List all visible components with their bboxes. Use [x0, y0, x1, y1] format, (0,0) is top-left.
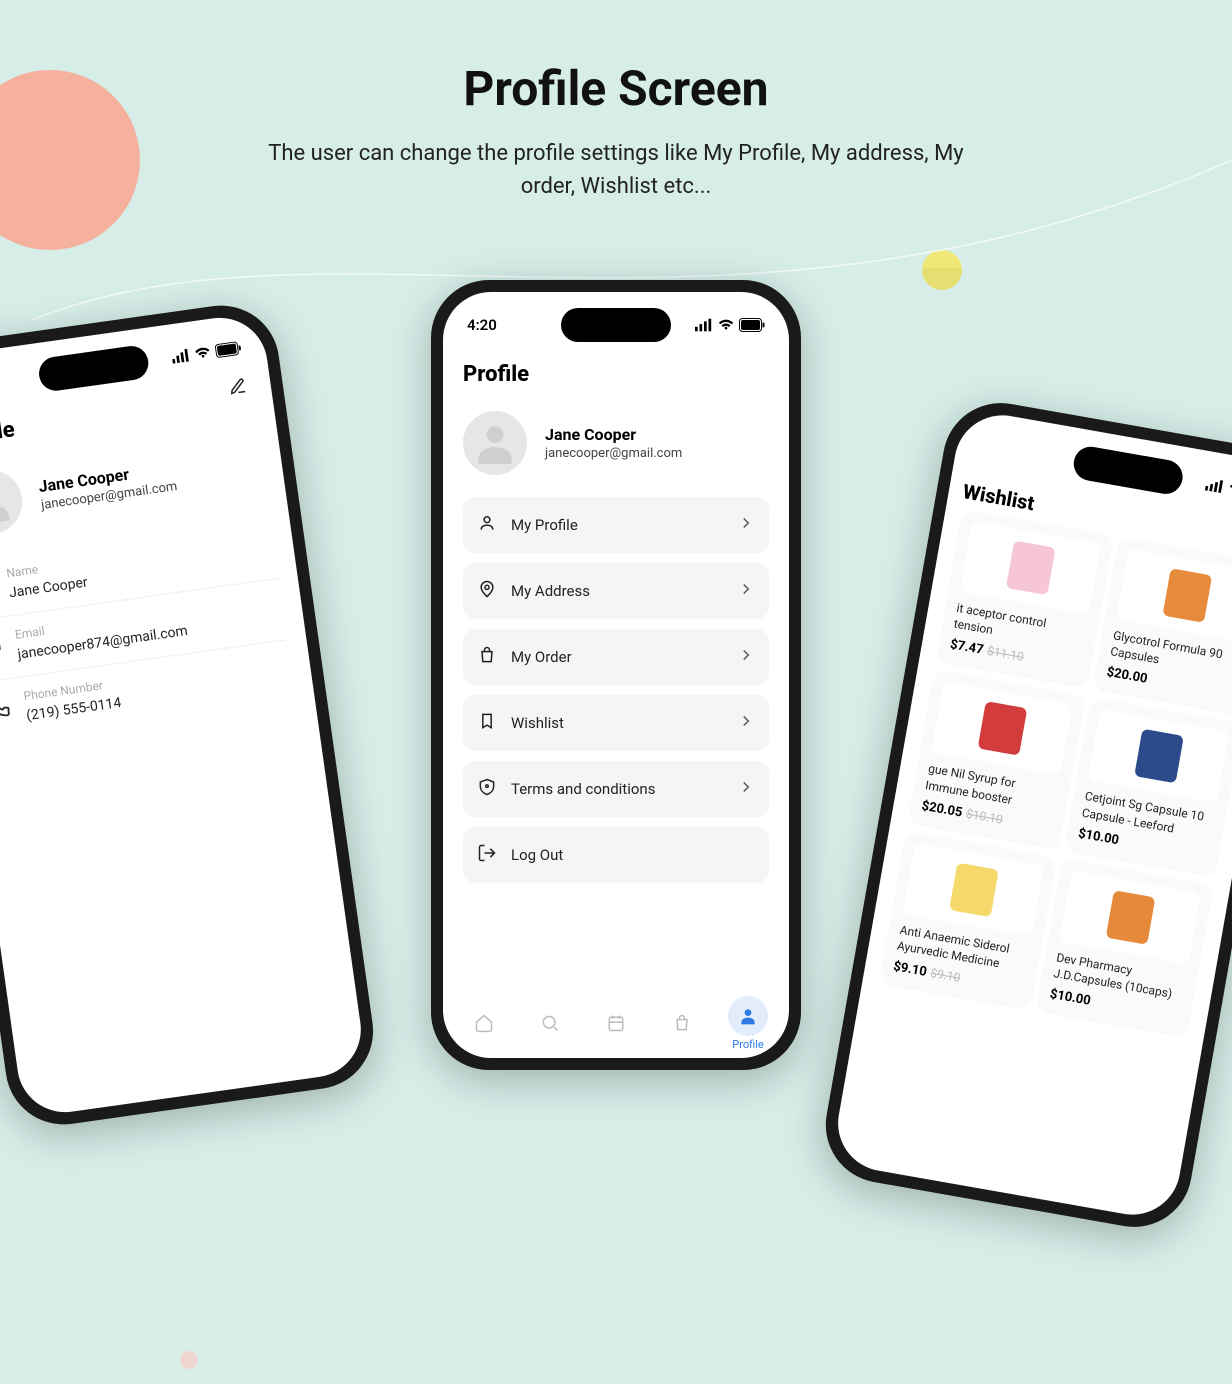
status-time: 4:20 [467, 316, 497, 334]
page-subtitle: The user can change the profile settings… [256, 137, 976, 203]
menu-my-address[interactable]: My Address [463, 563, 769, 619]
product-card[interactable]: Anti Anaemic Siderol Ayurvedic Medicine$… [881, 831, 1056, 1008]
product-old-price: $9.10 [929, 966, 961, 985]
bottom-nav: Profile [443, 988, 789, 1058]
dynamic-island [561, 308, 671, 342]
status-indicators [171, 339, 243, 367]
product-image [1059, 870, 1201, 964]
user-email: janecooper@gmail.com [545, 446, 682, 461]
chevron-right-icon [737, 580, 755, 602]
bg-decoration-dot [180, 1351, 198, 1369]
product-card[interactable]: it aceptor control tension$7.47$11.10 [937, 509, 1112, 686]
phone-profile-main: 4:20 Profile Jane Cooper janecooper@gmai… [431, 280, 801, 1070]
product-card[interactable]: Dev Pharmacy J.D.Capsules (10caps)$10.00 [1037, 859, 1212, 1036]
screen-title: Profile [463, 362, 769, 387]
product-card[interactable]: gue Nil Syrup for Immune booster$20.05$1… [909, 670, 1084, 847]
nav-calendar[interactable] [596, 1003, 636, 1043]
status-indicators [1204, 475, 1232, 505]
chevron-right-icon [737, 646, 755, 668]
chevron-right-icon [737, 712, 755, 734]
calendar-icon [606, 1013, 626, 1033]
menu-label: My Order [511, 648, 723, 666]
bg-decoration-pill [922, 250, 962, 290]
shopping-bag-icon [672, 1013, 692, 1033]
chevron-right-icon [737, 778, 755, 800]
menu-label: Wishlist [511, 714, 723, 732]
menu-logout[interactable]: Log Out [463, 827, 769, 883]
nav-search[interactable] [530, 1003, 570, 1043]
avatar[interactable] [463, 411, 527, 475]
menu-label: My Address [511, 582, 723, 600]
profile-icon [738, 1006, 758, 1026]
product-image [931, 682, 1073, 776]
chevron-right-icon [737, 514, 755, 536]
menu-my-profile[interactable]: My Profile [463, 497, 769, 553]
wifi-icon [192, 343, 212, 363]
nav-home[interactable] [464, 1003, 504, 1043]
bag-icon [477, 645, 497, 669]
nav-profile[interactable]: Profile [728, 996, 768, 1051]
search-icon [540, 1013, 560, 1033]
nav-cart[interactable] [662, 1003, 702, 1043]
product-image [903, 843, 1045, 937]
phone-profile-edit: 4:20 Profile Jane Cooper janecooper@gmai… [0, 298, 381, 1132]
user-name: Jane Cooper [545, 425, 682, 444]
page-title: Profile Screen [0, 60, 1232, 117]
status-indicators [695, 316, 765, 334]
phone-icon [0, 693, 12, 720]
mail-icon [0, 632, 4, 659]
shield-icon [477, 777, 497, 801]
product-image [960, 521, 1102, 615]
wifi-icon [717, 316, 735, 334]
home-icon [474, 1013, 494, 1033]
edit-icon[interactable] [227, 376, 248, 400]
menu-wishlist[interactable]: Wishlist [463, 695, 769, 751]
menu-label: Log Out [511, 846, 755, 864]
battery-icon [739, 318, 765, 332]
product-old-price: $11.10 [986, 644, 1025, 664]
menu-label: My Profile [511, 516, 723, 534]
logout-icon [477, 843, 497, 867]
product-image [1088, 709, 1230, 803]
product-card[interactable]: Cetjoint Sg Capsule 10 Capsule - Leeford… [1065, 698, 1232, 875]
nav-label: Profile [732, 1038, 763, 1051]
cellular-icon [171, 346, 191, 366]
product-card[interactable]: Glycotrol Formula 90 Capsules$20.00 [1094, 537, 1232, 714]
wifi-icon [1226, 479, 1232, 500]
menu-my-order[interactable]: My Order [463, 629, 769, 685]
cellular-icon [1204, 475, 1225, 496]
menu-label: Terms and conditions [511, 780, 723, 798]
product-image [1116, 549, 1232, 643]
menu-terms[interactable]: Terms and conditions [463, 761, 769, 817]
phone-wishlist: Wishlist it aceptor control tension$7.47… [817, 394, 1232, 1236]
product-old-price: $10.10 [965, 806, 1004, 826]
location-icon [477, 579, 497, 603]
battery-icon [215, 341, 243, 358]
avatar[interactable] [0, 466, 26, 538]
person-icon [477, 513, 497, 537]
cellular-icon [695, 316, 713, 334]
bookmark-icon [477, 711, 497, 735]
